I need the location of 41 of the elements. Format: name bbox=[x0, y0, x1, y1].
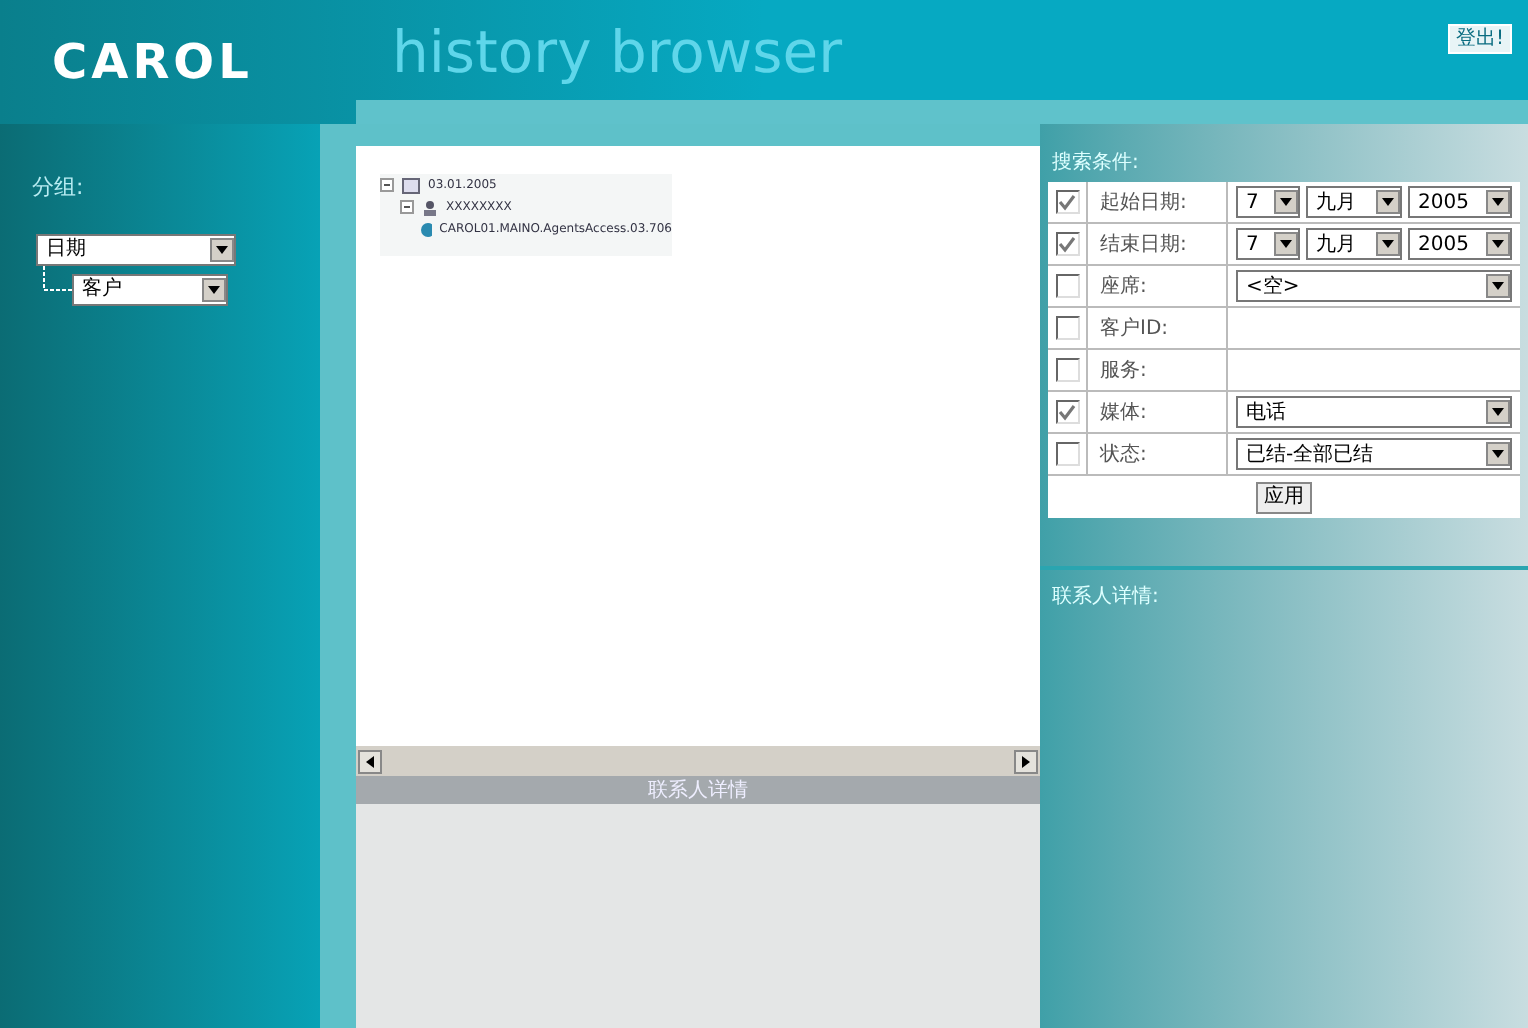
field-label: 客户ID: bbox=[1100, 315, 1169, 343]
day-dropdown[interactable]: 7 bbox=[1236, 186, 1300, 218]
checkbox[interactable] bbox=[1055, 358, 1079, 382]
details-title: 联系人详情: bbox=[1050, 583, 1161, 612]
year-dropdown[interactable]: 2005 bbox=[1408, 186, 1512, 218]
checkbox[interactable] bbox=[1055, 400, 1079, 424]
field-label: 状态: bbox=[1100, 441, 1147, 469]
group-label: 分组: bbox=[32, 172, 86, 204]
calendar-icon bbox=[402, 177, 420, 193]
logo: CAROL bbox=[52, 32, 253, 94]
contact-details-heading: 联系人详情 bbox=[648, 777, 748, 805]
checkbox[interactable] bbox=[1055, 274, 1079, 298]
horizontal-scrollbar[interactable] bbox=[356, 746, 1040, 776]
field-label: 座席: bbox=[1100, 273, 1147, 301]
month-dropdown[interactable]: 九月 bbox=[1306, 228, 1402, 260]
dropdown[interactable]: <空> bbox=[1236, 270, 1512, 302]
collapse-icon[interactable] bbox=[380, 178, 394, 192]
field-label: 起始日期: bbox=[1100, 189, 1187, 217]
apply-button[interactable]: 应用 bbox=[1256, 481, 1312, 513]
checkbox[interactable] bbox=[1055, 232, 1079, 256]
app-title: history browser bbox=[390, 24, 842, 82]
year-dropdown[interactable]: 2005 bbox=[1408, 228, 1512, 260]
field-label: 服务: bbox=[1100, 357, 1147, 385]
field-label: 结束日期: bbox=[1100, 231, 1187, 259]
logout-button[interactable]: 登出! bbox=[1447, 24, 1512, 54]
field-label: 媒体: bbox=[1100, 399, 1147, 427]
contact-icon bbox=[420, 221, 432, 237]
collapse-icon[interactable] bbox=[400, 200, 414, 214]
group-dropdown[interactable]: 日期 bbox=[36, 233, 236, 265]
checkbox[interactable] bbox=[1055, 316, 1079, 340]
subgroup-dropdown[interactable]: 客户 bbox=[72, 273, 228, 305]
dropdown[interactable]: 电话 bbox=[1236, 396, 1512, 428]
month-dropdown[interactable]: 九月 bbox=[1306, 186, 1402, 218]
checkbox[interactable] bbox=[1055, 190, 1079, 214]
scroll-left-icon[interactable] bbox=[358, 749, 382, 773]
scroll-right-icon[interactable] bbox=[1014, 749, 1038, 773]
day-dropdown[interactable]: 7 bbox=[1236, 228, 1300, 260]
dropdown[interactable]: 已结-全部已结 bbox=[1236, 438, 1512, 470]
checkbox[interactable] bbox=[1055, 442, 1079, 466]
search-title: 搜索条件: bbox=[1050, 149, 1141, 178]
person-icon bbox=[422, 199, 438, 215]
